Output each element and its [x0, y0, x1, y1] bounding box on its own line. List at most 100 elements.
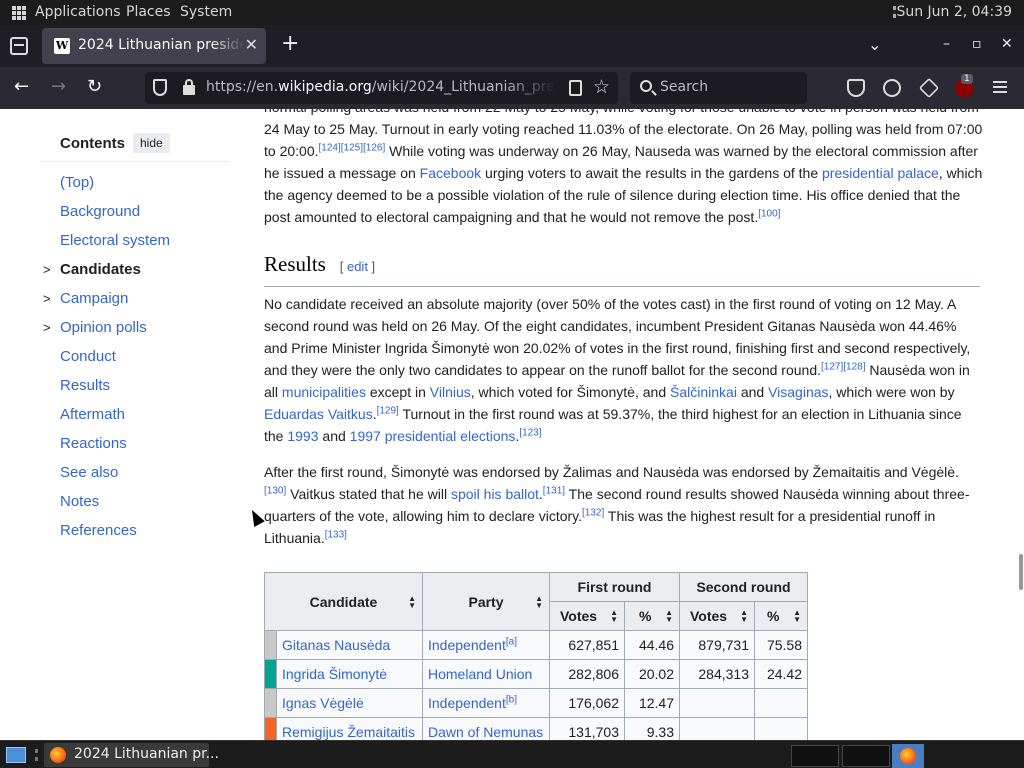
search-input[interactable]: Search: [630, 72, 807, 104]
applications-menu[interactable]: Applications: [35, 4, 121, 20]
toc-item[interactable]: (Top): [40, 173, 230, 202]
show-desktop-icon[interactable]: [6, 747, 26, 763]
firefox-launcher[interactable]: [892, 744, 924, 768]
party-cell[interactable]: Homeland Union: [422, 659, 550, 689]
citation-link[interactable]: [130]: [264, 485, 286, 496]
citation-link[interactable]: [132]: [582, 507, 604, 518]
wiki-link[interactable]: Visaginas: [768, 384, 828, 400]
tab-active[interactable]: W 2024 Lithuanian presidential election …: [42, 28, 266, 64]
toc-item[interactable]: See also: [40, 463, 230, 492]
extensions-icon[interactable]: [918, 77, 940, 99]
candidate-link[interactable]: Gitanas Nausėda: [276, 630, 423, 660]
votes-cell: 131,703: [549, 717, 625, 740]
forward-arrow-icon[interactable]: →: [51, 77, 66, 97]
candidate-link[interactable]: Remigijus Žemaitaitis: [276, 717, 423, 740]
toc-item[interactable]: Conduct: [40, 347, 230, 376]
shield-icon[interactable]: [153, 79, 167, 96]
citation-link[interactable]: [125]: [341, 142, 363, 153]
party-link[interactable]: Dawn of Nemunas: [428, 724, 543, 740]
citation-link[interactable]: [100]: [758, 208, 780, 219]
reload-icon[interactable]: ↻: [87, 77, 102, 97]
edit-section-link[interactable]: [ edit ]: [340, 259, 375, 274]
toc-item[interactable]: > Opinion polls: [40, 318, 230, 347]
candidate-link[interactable]: Ingrida Šimonytė: [276, 659, 423, 689]
taskbar-firefox-window[interactable]: 2024 Lithuanian pr...: [44, 743, 219, 767]
sort-icon[interactable]: ▲ ▼: [408, 594, 416, 609]
party-link[interactable]: Independent: [428, 695, 506, 711]
toc-item[interactable]: Reactions: [40, 434, 230, 463]
sort-icon[interactable]: ▲ ▼: [610, 609, 618, 624]
toc-item[interactable]: > Campaign: [40, 289, 230, 318]
citation-link[interactable]: [131]: [543, 485, 565, 496]
citation-link[interactable]: [129]: [377, 405, 399, 416]
citation-link[interactable]: [127]: [821, 361, 843, 372]
reader-view-icon[interactable]: [569, 80, 582, 96]
url-bar[interactable]: https://en.wikipedia.org/wiki/2024_Lithu…: [145, 72, 618, 104]
back-arrow-icon[interactable]: ←: [14, 77, 29, 97]
clock[interactable]: Sun Jun 2, 04:39: [896, 4, 1012, 20]
party-link[interactable]: Independent: [428, 637, 506, 653]
col-candidate[interactable]: Candidate ▲ ▼: [264, 572, 423, 631]
toc-item[interactable]: Electoral system: [40, 231, 230, 260]
footnote-link[interactable]: [b]: [506, 694, 517, 705]
pocket-icon[interactable]: [847, 79, 865, 97]
party-cell[interactable]: Independent[a]: [422, 630, 550, 660]
citation-link[interactable]: [124]: [319, 142, 341, 153]
sort-icon[interactable]: ▲ ▼: [665, 609, 673, 624]
citation-link[interactable]: [123]: [519, 427, 541, 438]
toc-item[interactable]: Results: [40, 376, 230, 405]
system-menu[interactable]: System: [180, 4, 232, 20]
minimize-icon[interactable]: –: [943, 36, 950, 52]
wiki-link[interactable]: Vilnius: [430, 384, 471, 400]
chevron-down-icon[interactable]: ⌄: [868, 35, 881, 54]
lock-icon[interactable]: [183, 79, 195, 95]
citation-link[interactable]: [133]: [325, 529, 347, 540]
toc-item[interactable]: Background: [40, 202, 230, 231]
toc-item[interactable]: > Candidates: [40, 260, 230, 289]
col-pct-1[interactable]: % ▲ ▼: [624, 601, 680, 631]
citation-link[interactable]: [126]: [363, 142, 385, 153]
places-menu[interactable]: Places: [126, 4, 171, 20]
footnote-link[interactable]: [a]: [506, 636, 517, 647]
toc-item[interactable]: References: [40, 521, 230, 550]
toc-item[interactable]: Notes: [40, 492, 230, 521]
close-tab-icon[interactable]: ✕: [245, 35, 258, 54]
maximize-icon[interactable]: ▫: [972, 36, 982, 52]
scrollbar-thumb[interactable]: [1019, 554, 1023, 590]
sort-icon[interactable]: ▲ ▼: [535, 594, 543, 609]
wiki-link[interactable]: presidential palace: [822, 165, 939, 181]
sort-icon[interactable]: ▲ ▼: [740, 609, 748, 624]
sort-icon[interactable]: ▲ ▼: [793, 609, 801, 624]
new-tab-icon[interactable]: +: [281, 33, 299, 55]
col-votes-2[interactable]: Votes ▲ ▼: [679, 601, 755, 631]
party-cell[interactable]: Dawn of Nemunas: [422, 717, 550, 740]
col-party[interactable]: Party ▲ ▼: [422, 572, 550, 631]
chevron-right-icon[interactable]: >: [43, 260, 51, 280]
col-pct-2[interactable]: % ▲ ▼: [754, 601, 808, 631]
chevron-right-icon[interactable]: >: [43, 318, 51, 338]
workspace-1[interactable]: [791, 745, 839, 767]
candidate-link[interactable]: Ignas Vėgėlė: [276, 688, 423, 718]
toc-hide-button[interactable]: hide: [133, 133, 170, 153]
wiki-link[interactable]: Facebook: [420, 165, 481, 181]
app-menu-icon[interactable]: [993, 81, 1007, 93]
apps-grid-icon[interactable]: [12, 6, 26, 20]
toc-item[interactable]: Aftermath: [40, 405, 230, 434]
wiki-link[interactable]: 1997 presidential elections: [350, 428, 516, 444]
wiki-link[interactable]: Šalčininkai: [670, 384, 737, 400]
wiki-link[interactable]: municipalities: [282, 384, 366, 400]
account-icon[interactable]: [883, 79, 901, 97]
url-text[interactable]: https://en.wikipedia.org/wiki/2024_Lithu…: [206, 79, 556, 95]
col-votes-1[interactable]: Votes ▲ ▼: [549, 601, 625, 631]
chevron-right-icon[interactable]: >: [43, 289, 51, 309]
party-cell[interactable]: Independent[b]: [422, 688, 550, 718]
tab-overview-icon[interactable]: [10, 37, 28, 55]
wiki-link[interactable]: Eduardas Vaitkus: [264, 406, 373, 422]
citation-link[interactable]: [128]: [843, 361, 865, 372]
workspace-2[interactable]: [842, 745, 890, 767]
wiki-link[interactable]: spoil his ballot: [451, 486, 539, 502]
bookmark-star-icon[interactable]: ☆: [593, 76, 610, 98]
party-link[interactable]: Homeland Union: [428, 666, 532, 682]
wiki-link[interactable]: 1993: [287, 428, 318, 444]
close-window-icon[interactable]: ✕: [1001, 36, 1013, 52]
